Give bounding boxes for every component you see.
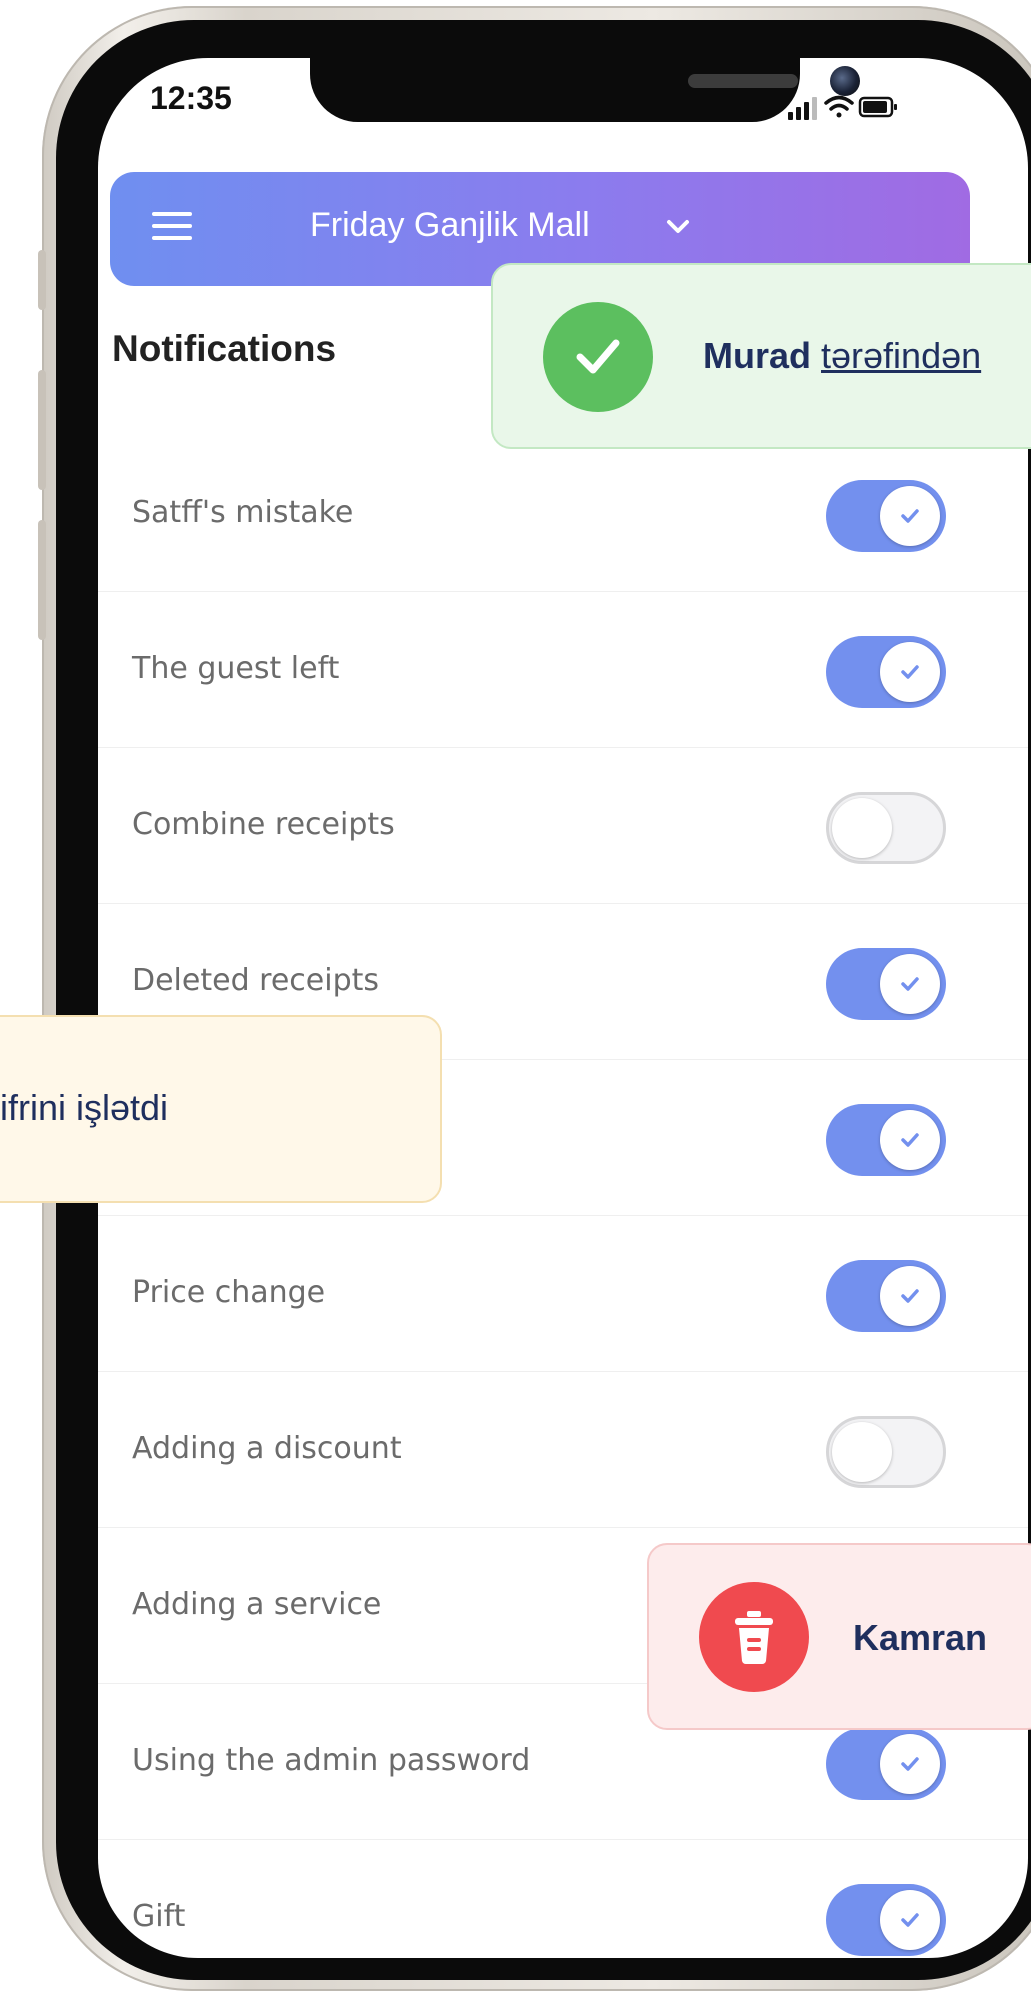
settings-row: Gift [98, 1840, 1028, 1958]
delete-toast: Kamran [647, 1543, 1031, 1730]
phone-side-button [38, 250, 46, 310]
toggle-knob [880, 1110, 940, 1170]
phone-side-button [38, 370, 46, 490]
settings-row-label: Price change [132, 1275, 326, 1310]
speaker-grille [688, 74, 798, 88]
notification-toggle[interactable] [826, 480, 946, 552]
page-title: Notifications [112, 328, 337, 369]
warning-toast-text: şifrini işlətdi [0, 1087, 169, 1128]
notification-toggle[interactable] [826, 792, 946, 864]
settings-row: Satff's mistake [98, 436, 1028, 592]
delete-toast-user: Kamran [853, 1617, 988, 1658]
check-icon [901, 977, 919, 991]
settings-row-label: Using the admin password [132, 1743, 531, 1778]
check-icon [901, 1289, 919, 1303]
status-time: 12:35 [150, 80, 232, 116]
notification-toggle[interactable] [826, 1104, 946, 1176]
phone-side-button [38, 520, 46, 640]
phone-notch [310, 58, 860, 122]
toggle-knob [880, 1890, 940, 1950]
settings-row: Adding a discount [98, 1372, 1028, 1528]
toggle-knob [832, 798, 892, 858]
toggle-knob [880, 642, 940, 702]
success-badge [543, 302, 653, 412]
success-toast: Murad tərəfindən [491, 263, 1031, 449]
notification-toggle[interactable] [826, 948, 946, 1020]
delete-badge [699, 1582, 809, 1692]
notification-toggle[interactable] [826, 1728, 946, 1800]
settings-row-label: Adding a service [132, 1587, 382, 1622]
venue-selector[interactable]: Friday Ganjlik Mall [310, 206, 590, 245]
settings-row-label: The guest left [132, 651, 340, 686]
notification-toggle[interactable] [826, 1260, 946, 1332]
success-toast-text: Murad tərəfindən [703, 335, 981, 377]
notification-toggle[interactable] [826, 1416, 946, 1488]
trash-icon [735, 1611, 773, 1664]
check-icon [901, 509, 919, 523]
battery-icon [858, 96, 897, 118]
check-icon [901, 1757, 919, 1771]
toggle-knob [880, 486, 940, 546]
signal-icon [788, 97, 817, 120]
camera-icon [830, 66, 860, 96]
settings-row: Price change [98, 1216, 1028, 1372]
toggle-knob [880, 954, 940, 1014]
check-icon [901, 665, 919, 679]
notification-toggle[interactable] [826, 1884, 946, 1956]
toggle-knob [880, 1734, 940, 1794]
notification-toggle[interactable] [826, 636, 946, 708]
hamburger-icon[interactable] [152, 212, 192, 244]
toast-action-text: tərəfindən [821, 335, 982, 376]
checkmark-icon [576, 339, 620, 374]
settings-row-label: Satff's mistake [132, 495, 354, 530]
settings-row-label: Gift [132, 1899, 186, 1934]
status-icons [788, 95, 897, 120]
chevron-down-icon[interactable] [666, 218, 690, 236]
settings-row-label: Adding a discount [132, 1431, 402, 1466]
toggle-knob [832, 1422, 892, 1482]
warning-toast: şifrini işlətdi [0, 1015, 442, 1203]
check-icon [901, 1913, 919, 1927]
toggle-knob [880, 1266, 940, 1326]
settings-row: The guest left [98, 592, 1028, 748]
settings-row-label: Deleted receipts [132, 963, 380, 998]
settings-row-label: Combine receipts [132, 807, 395, 842]
wifi-icon [824, 95, 854, 118]
toast-user-name: Murad [703, 335, 811, 376]
check-icon [901, 1133, 919, 1147]
settings-row: Combine receipts [98, 748, 1028, 904]
